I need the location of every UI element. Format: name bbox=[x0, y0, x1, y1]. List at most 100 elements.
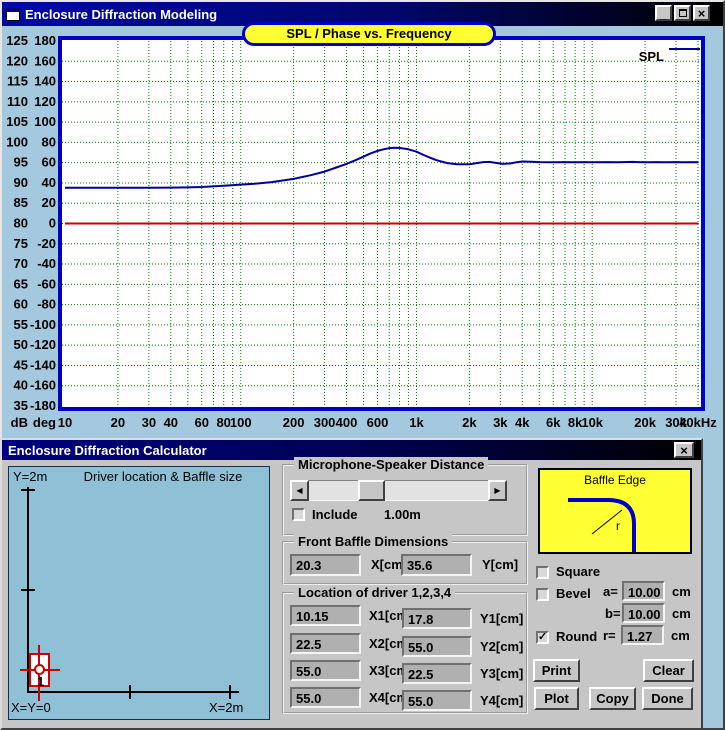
svg-text:40: 40 bbox=[14, 378, 28, 393]
driver-location-diagram: Y=2m Driver location & Baffle size 1 X=Y… bbox=[8, 466, 270, 720]
include-checkbox[interactable] bbox=[292, 508, 305, 521]
diagram-ymax-label: Y=2m bbox=[13, 469, 47, 484]
maximize-icon bbox=[679, 9, 687, 17]
y-tick-2m bbox=[21, 489, 35, 491]
baffle-x-field[interactable]: 20.3 bbox=[290, 554, 361, 576]
copy-button[interactable]: Copy bbox=[589, 687, 636, 710]
driver2-y-field[interactable]: 55.0 bbox=[402, 636, 472, 657]
bevel-a-prefix: a= bbox=[603, 584, 618, 599]
svg-text:-40: -40 bbox=[37, 256, 56, 271]
svg-text:35: 35 bbox=[14, 398, 28, 413]
arrow-left-icon: ◀ bbox=[296, 486, 302, 495]
distance-scrollbar-thumb[interactable] bbox=[358, 480, 385, 501]
round-checkbox[interactable]: ✓ bbox=[536, 631, 549, 644]
minimize-icon: _ bbox=[660, 10, 666, 21]
close-button[interactable]: × bbox=[693, 5, 710, 21]
driver4-x-field[interactable]: 55.0 bbox=[290, 687, 361, 708]
driver2-x-field[interactable]: 22.5 bbox=[290, 633, 361, 654]
arrow-right-icon: ▶ bbox=[494, 486, 500, 495]
calculator-close-button[interactable]: × bbox=[674, 442, 694, 458]
svg-text:100: 100 bbox=[230, 415, 252, 430]
svg-text:1k: 1k bbox=[409, 415, 424, 430]
driver2-y-label: Y2[cm] bbox=[480, 639, 523, 654]
svg-text:40: 40 bbox=[164, 415, 178, 430]
svg-text:6k: 6k bbox=[546, 415, 561, 430]
svg-text:600: 600 bbox=[367, 415, 389, 430]
driver3-y-field[interactable]: 22.5 bbox=[402, 663, 472, 684]
round-label: Round bbox=[556, 629, 597, 644]
bevel-checkbox[interactable] bbox=[536, 588, 549, 601]
svg-text:dB: dB bbox=[11, 415, 28, 430]
minimize-button[interactable]: _ bbox=[655, 5, 672, 21]
svg-text:140: 140 bbox=[34, 74, 56, 89]
scrollbar-left-button[interactable]: ◀ bbox=[290, 480, 309, 501]
svg-text:-100: -100 bbox=[30, 317, 56, 332]
svg-text:-120: -120 bbox=[30, 337, 56, 352]
round-checkmark: ✓ bbox=[538, 631, 547, 643]
driver3-y-label: Y3[cm] bbox=[480, 666, 523, 681]
svg-text:40: 40 bbox=[42, 175, 56, 190]
svg-text:80: 80 bbox=[216, 415, 230, 430]
svg-text:75: 75 bbox=[14, 236, 28, 251]
bevel-a-field[interactable]: 10.00 bbox=[622, 581, 665, 601]
round-r-field[interactable]: 1.27 bbox=[621, 625, 664, 645]
svg-text:110: 110 bbox=[7, 94, 28, 109]
plot-button[interactable]: Plot bbox=[534, 687, 579, 710]
square-label: Square bbox=[556, 564, 600, 579]
x-tick-1m bbox=[129, 685, 131, 699]
spl-phase-chart: 1251201151101051009590858075706560555045… bbox=[0, 28, 725, 438]
driver4-y-label: Y4[cm] bbox=[480, 693, 523, 708]
driver3-x-field[interactable]: 55.0 bbox=[290, 660, 361, 681]
svg-text:80: 80 bbox=[42, 134, 56, 149]
print-button[interactable]: Print bbox=[533, 659, 580, 682]
baffle-edge-title: Baffle Edge bbox=[540, 473, 690, 487]
mic-distance-group-title: Microphone-Speaker Distance bbox=[294, 457, 488, 472]
round-r-prefix: r= bbox=[603, 628, 616, 643]
svg-text:125: 125 bbox=[6, 33, 28, 48]
svg-text:120: 120 bbox=[34, 94, 56, 109]
baffle-y-label: Y[cm] bbox=[482, 557, 518, 572]
svg-text:3k: 3k bbox=[493, 415, 508, 430]
svg-text:20: 20 bbox=[111, 415, 125, 430]
svg-text:100: 100 bbox=[6, 134, 28, 149]
svg-text:400: 400 bbox=[336, 415, 358, 430]
svg-text:-60: -60 bbox=[37, 276, 56, 291]
svg-text:50: 50 bbox=[14, 337, 28, 352]
include-label: Include bbox=[312, 507, 358, 522]
maximize-button[interactable] bbox=[674, 5, 691, 21]
chart-title: SPL / Phase vs. Frequency bbox=[242, 22, 496, 46]
svg-text:20k: 20k bbox=[634, 415, 656, 430]
svg-text:-140: -140 bbox=[30, 357, 56, 372]
svg-text:60: 60 bbox=[195, 415, 209, 430]
driver1-y-label: Y1[cm] bbox=[480, 611, 523, 626]
svg-text:2k: 2k bbox=[462, 415, 477, 430]
bevel-b-field[interactable]: 10.00 bbox=[622, 603, 665, 623]
svg-text:0: 0 bbox=[49, 216, 56, 231]
distance-scrollbar-track[interactable] bbox=[309, 480, 488, 501]
svg-text:-20: -20 bbox=[37, 236, 56, 251]
baffle-edge-panel: Baffle Edge r bbox=[538, 468, 692, 554]
svg-text:60: 60 bbox=[14, 297, 28, 312]
baffle-dimensions-group-title: Front Baffle Dimensions bbox=[294, 534, 452, 549]
svg-text:200: 200 bbox=[283, 415, 305, 430]
scrollbar-right-button[interactable]: ▶ bbox=[488, 480, 507, 501]
svg-text:45: 45 bbox=[14, 357, 28, 372]
driver1-x-field[interactable]: 10.15 bbox=[290, 605, 361, 626]
svg-text:120: 120 bbox=[6, 53, 28, 68]
driver4-y-field[interactable]: 55.0 bbox=[402, 690, 472, 711]
baffle-y-field[interactable]: 35.6 bbox=[401, 554, 472, 576]
svg-text:30: 30 bbox=[142, 415, 156, 430]
svg-text:60: 60 bbox=[42, 155, 56, 170]
clear-button[interactable]: Clear bbox=[643, 659, 694, 682]
close-icon: × bbox=[698, 7, 706, 20]
driver-location-group-title: Location of driver 1,2,3,4 bbox=[294, 585, 455, 600]
round-r-unit: cm bbox=[671, 628, 690, 643]
svg-text:10k: 10k bbox=[581, 415, 603, 430]
svg-text:-160: -160 bbox=[30, 378, 56, 393]
driver1-y-field[interactable]: 17.8 bbox=[402, 608, 472, 629]
done-button[interactable]: Done bbox=[642, 687, 693, 710]
svg-text:180: 180 bbox=[34, 33, 56, 48]
svg-text:SPL: SPL bbox=[639, 49, 664, 64]
square-checkbox[interactable] bbox=[536, 566, 549, 579]
app-icon bbox=[6, 8, 20, 21]
